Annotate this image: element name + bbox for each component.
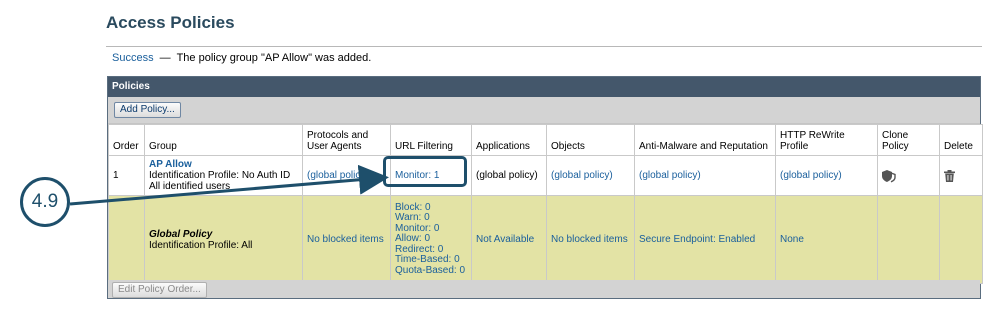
column-header-group: Group — [144, 124, 303, 156]
policies-panel-title: Policies — [108, 77, 980, 97]
table-row: 1 AP Allow Identification Profile: No Au… — [108, 155, 983, 196]
row-group-cell: AP Allow Identification Profile: No Auth… — [144, 155, 303, 196]
anti-malware-link[interactable]: (global policy) — [639, 170, 701, 181]
identification-profile: Identification Profile: No Auth ID — [149, 170, 291, 181]
trash-icon[interactable] — [944, 169, 955, 182]
add-policy-button[interactable]: Add Policy... — [114, 102, 181, 118]
policies-table: Order Group Protocols and User Agents UR… — [108, 124, 983, 284]
column-header-anti-malware: Anti-Malware and Reputation — [634, 124, 776, 156]
row-order: 1 — [108, 155, 145, 196]
identified-users: All identified users — [149, 181, 231, 192]
http-rewrite-link[interactable]: (global policy) — [780, 170, 842, 181]
objects-link[interactable]: No blocked items — [551, 234, 628, 245]
success-message: The policy group "AP Allow" was added. — [176, 52, 372, 64]
global-policy-link[interactable]: Global Policy — [149, 229, 298, 240]
success-notice: Success — The policy group "AP Allow" was … — [106, 46, 982, 67]
column-header-protocols-line1: Protocols and — [307, 130, 369, 141]
highlight-box — [383, 156, 467, 187]
applications-link[interactable]: Not Available — [476, 234, 534, 245]
column-header-url-filtering: URL Filtering — [390, 124, 472, 156]
column-header-order: Order — [108, 124, 145, 156]
edit-policy-order-button[interactable]: Edit Policy Order... — [112, 282, 207, 298]
protocols-link[interactable]: No blocked items — [307, 234, 384, 245]
identification-profile: Identification Profile: All — [149, 239, 253, 251]
page-title: Access Policies — [106, 13, 235, 32]
column-header-clone: Clone Policy — [877, 124, 940, 156]
anti-malware-link[interactable]: Secure Endpoint: Enabled — [639, 234, 755, 245]
clone-shield-icon[interactable] — [882, 169, 896, 182]
policies-footer: Edit Policy Order... — [108, 280, 980, 298]
column-header-http-rewrite: HTTP ReWrite Profile — [775, 124, 878, 156]
protocols-link[interactable]: (global policy) — [307, 170, 369, 181]
policies-panel: Policies Add Policy... Order Group Proto… — [107, 76, 983, 299]
column-header-objects: Objects — [546, 124, 635, 156]
table-row: Global Policy Identification Profile: Al… — [108, 195, 983, 284]
column-header-protocols: Protocols and User Agents — [302, 124, 391, 156]
policies-toolbar: Add Policy... — [108, 97, 980, 124]
callout-step-badge: 4.9 — [20, 177, 70, 227]
column-header-protocols-line2: User Agents — [307, 141, 362, 152]
notice-separator: — — [159, 52, 171, 64]
column-header-delete: Delete — [939, 124, 983, 156]
objects-link[interactable]: (global policy) — [551, 170, 613, 181]
policy-group-link[interactable]: AP Allow — [149, 159, 298, 170]
table-header-row: Order Group Protocols and User Agents UR… — [108, 124, 983, 156]
http-rewrite-link[interactable]: None — [780, 234, 804, 245]
column-header-applications: Applications — [471, 124, 547, 156]
success-label: Success — [112, 52, 154, 64]
url-filter-count: Quota-Based: 0 — [395, 264, 466, 276]
url-filtering-summary[interactable]: Block: 0 Warn: 0 Monitor: 0 Allow: 0 Red… — [395, 202, 467, 277]
applications-link[interactable]: (global policy) — [476, 170, 538, 181]
row-group-cell: Global Policy Identification Profile: Al… — [144, 195, 303, 284]
